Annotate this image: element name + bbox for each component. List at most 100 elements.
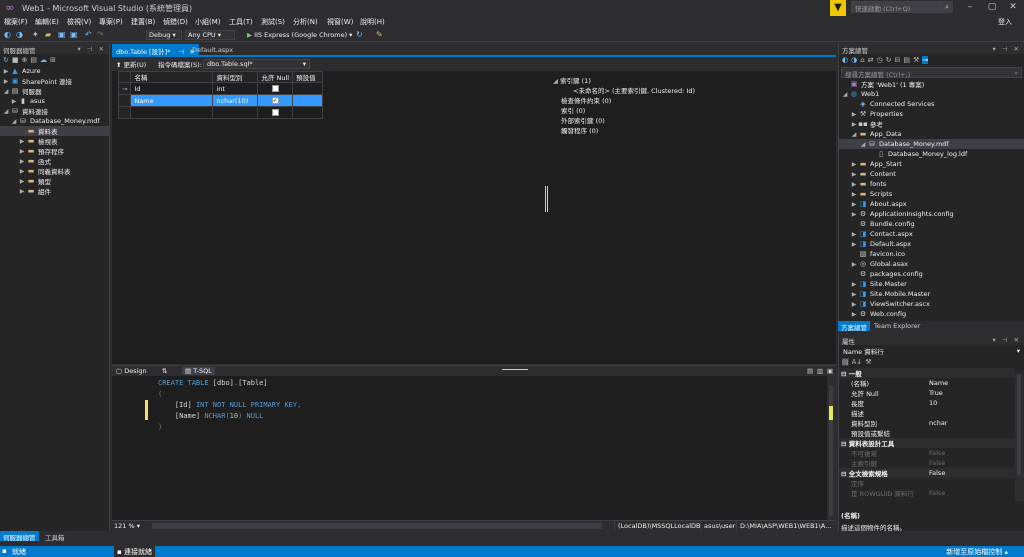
save-all-icon[interactable]: ▣ bbox=[70, 30, 78, 40]
split-vertical-icon[interactable]: ▥ bbox=[817, 367, 823, 375]
menu-help[interactable]: 說明(H) bbox=[360, 17, 385, 27]
table-row[interactable]: ⊸ Id int bbox=[117, 82, 324, 95]
expand-arrow-icon[interactable]: ▶ bbox=[850, 111, 858, 118]
collapse-arrow-icon[interactable]: ◢ bbox=[859, 141, 867, 148]
server-tree-item[interactable]: ▶ ▬ 函式 bbox=[0, 156, 109, 166]
categorized-icon[interactable]: ▤ bbox=[842, 358, 849, 366]
solution-tree-item[interactable]: ▶ ⚙ ApplicationInsights.config bbox=[839, 209, 1024, 219]
menu-view[interactable]: 檢視(V) bbox=[67, 17, 91, 27]
expand-arrow-icon[interactable]: ▶ bbox=[18, 168, 26, 175]
menu-file[interactable]: 檔案(F) bbox=[4, 17, 28, 27]
tab-toolbox[interactable]: 工具箱 bbox=[42, 531, 68, 542]
server-tree-item[interactable]: ▶ ▬ 同義資料表 bbox=[0, 166, 109, 176]
default-value-cell[interactable] bbox=[292, 82, 324, 95]
new-project-icon[interactable]: ✦ bbox=[32, 30, 39, 40]
sync-icon[interactable]: ⇄ bbox=[868, 56, 874, 64]
solution-tree-item[interactable]: ▶ ◨ Site.Mobile.Master bbox=[839, 289, 1024, 299]
server-tree-item[interactable]: ▶ ▮ asus bbox=[0, 96, 109, 106]
solution-tree-item[interactable]: ▶ ◨ ViewSwitcher.ascx bbox=[839, 299, 1024, 309]
expand-arrow-icon[interactable]: ▶ bbox=[850, 181, 858, 188]
column-type-cell[interactable]: nchar(10) bbox=[212, 94, 259, 107]
solution-platform-select[interactable]: Any CPU ▾ bbox=[185, 30, 235, 40]
expand-arrow-icon[interactable]: ▶ bbox=[850, 191, 858, 198]
solution-tree-item[interactable]: ▶ ◨ Site.Master bbox=[839, 279, 1024, 289]
allow-null-checkbox[interactable] bbox=[271, 85, 279, 92]
minimize-button[interactable]: – bbox=[960, 1, 980, 13]
expand-arrow-icon[interactable]: ▶ bbox=[850, 281, 858, 288]
sharepoint-connect-icon[interactable]: ⊞ bbox=[50, 56, 56, 64]
default-value-cell[interactable] bbox=[292, 94, 324, 107]
column-header-name[interactable]: 名稱 bbox=[130, 71, 214, 83]
expand-arrow-icon[interactable]: ▶ bbox=[850, 211, 858, 218]
column-name-cell[interactable]: Name bbox=[130, 94, 214, 107]
browser-link-icon[interactable]: ✎ bbox=[376, 30, 383, 40]
solution-tree-item[interactable]: ▶ ▪▪ 參考 bbox=[839, 119, 1024, 129]
property-row[interactable]: 不可複寫 False bbox=[839, 448, 1015, 458]
swap-panes-button[interactable]: ⇅ bbox=[162, 367, 167, 375]
solution-tree-item[interactable]: ◈ Connected Services bbox=[839, 99, 1024, 109]
menu-test[interactable]: 測試(S) bbox=[261, 17, 285, 27]
preview-icon[interactable]: ⊸ bbox=[922, 56, 929, 64]
solution-tree-item[interactable]: ▣ 方案 'Web1' (1 專案) bbox=[839, 79, 1024, 89]
collapse-arrow-icon[interactable]: ◢ bbox=[850, 131, 858, 138]
check-constraints-item[interactable]: 檢查條件約束 (0) bbox=[561, 95, 611, 105]
tsql-editor[interactable]: CREATE TABLE [dbo].[Table] ( [Id] INT NOT… bbox=[112, 376, 836, 520]
history-icon[interactable]: ◷ bbox=[877, 56, 883, 64]
property-row[interactable]: 定序 bbox=[839, 478, 1015, 488]
expand-arrow-icon[interactable]: ▶ bbox=[18, 188, 26, 195]
panel-buttons[interactable]: ▾ ⊣ ✕ bbox=[992, 45, 1021, 53]
close-button[interactable]: ✕ bbox=[1003, 1, 1023, 13]
search-icon[interactable]: ⌕ bbox=[941, 1, 953, 13]
indexes-item[interactable]: 索引 (0) bbox=[561, 105, 585, 115]
menu-window[interactable]: 視窗(W) bbox=[327, 17, 353, 27]
server-tree-item[interactable]: ▶ ▬ 類型 bbox=[0, 176, 109, 186]
show-all-files-icon[interactable]: ▤ bbox=[903, 56, 910, 64]
server-tree-item[interactable]: ▶ ▣ SharePoint 連接 bbox=[0, 76, 109, 86]
solution-tree-item[interactable]: ▶ ◨ Contact.aspx bbox=[839, 229, 1024, 239]
property-row[interactable]: 長度 10 bbox=[839, 398, 1015, 408]
expand-arrow-icon[interactable]: ▶ bbox=[850, 311, 858, 318]
tab-server-explorer[interactable]: 伺服器總管 bbox=[0, 531, 39, 542]
menu-analyze[interactable]: 分析(N) bbox=[293, 17, 318, 27]
solution-tree-item[interactable]: ⚙ packages.config bbox=[839, 269, 1024, 279]
refresh-icon[interactable]: ↻ bbox=[3, 56, 9, 64]
solution-tree-item[interactable]: ◢ ⛁ Database_Money.mdf bbox=[839, 139, 1024, 149]
expand-arrow-icon[interactable]: ▶ bbox=[18, 138, 26, 145]
property-object-select[interactable]: Name 資料行 ▾ bbox=[839, 345, 1024, 356]
menu-project[interactable]: 專案(P) bbox=[99, 17, 123, 27]
forward-icon[interactable]: ◑ bbox=[851, 56, 857, 64]
property-category[interactable]: ⊟ 資料表設計工具 bbox=[839, 438, 1015, 448]
expand-arrow-icon[interactable]: ▶ bbox=[18, 178, 26, 185]
expand-arrow-icon[interactable]: ▶ bbox=[850, 291, 858, 298]
expand-arrow-icon[interactable]: ▶ bbox=[18, 148, 26, 155]
collapse-arrow-icon[interactable]: ◢ bbox=[2, 88, 10, 95]
alphabetical-icon[interactable]: A↓ bbox=[852, 358, 863, 366]
allow-null-cell[interactable] bbox=[257, 82, 294, 95]
expand-arrow-icon[interactable]: ▶ bbox=[2, 78, 10, 85]
add-to-source-control[interactable]: 新增至原始檔控制 ▴ bbox=[946, 547, 1008, 557]
tsql-pane-tab[interactable]: ▤ T-SQL bbox=[182, 367, 215, 375]
solution-tree-item[interactable]: ▶ ▬ fonts bbox=[839, 179, 1024, 189]
split-horizontal-icon[interactable]: ▤ bbox=[807, 367, 813, 375]
panel-buttons[interactable]: ▾ ⊣ ✕ bbox=[992, 336, 1021, 344]
properties-icon[interactable]: ⚒ bbox=[913, 56, 919, 64]
stop-icon[interactable]: ■ bbox=[12, 56, 19, 64]
solution-tree-item[interactable]: ▶ ◨ Default.aspx bbox=[839, 239, 1024, 249]
expand-arrow-icon[interactable]: ▶ bbox=[850, 241, 858, 248]
tab-default-aspx[interactable]: Default.aspx bbox=[188, 44, 237, 55]
primary-key-item[interactable]: <未命名的> (主要索引鍵, Clustered: Id) bbox=[573, 85, 695, 95]
column-type-cell[interactable]: int bbox=[212, 82, 259, 95]
property-row[interactable]: 預設值或繫結 bbox=[839, 428, 1015, 438]
collapse-arrow-icon[interactable]: ◢ bbox=[841, 91, 849, 98]
zoom-level[interactable]: 121 % ▾ bbox=[114, 522, 140, 530]
solution-tree-item[interactable]: ▶ ▬ App_Start bbox=[839, 159, 1024, 169]
server-tree-item[interactable]: ◢ ▤ 伺服器 bbox=[0, 86, 109, 96]
allow-null-cell[interactable]: ✓ bbox=[257, 94, 294, 107]
menu-team[interactable]: 小組(M) bbox=[195, 17, 221, 27]
property-row[interactable]: 描述 bbox=[839, 408, 1015, 418]
update-button[interactable]: ⬆ 更新(U) bbox=[116, 59, 146, 69]
forward-icon[interactable]: ◑ bbox=[16, 30, 23, 40]
solution-tree-item[interactable]: ▯ Database_Money_log.ldf bbox=[839, 149, 1024, 159]
keys-group[interactable]: ◢ 索引鍵 (1) bbox=[553, 75, 591, 85]
property-row[interactable]: 主索引鍵 False bbox=[839, 458, 1015, 468]
